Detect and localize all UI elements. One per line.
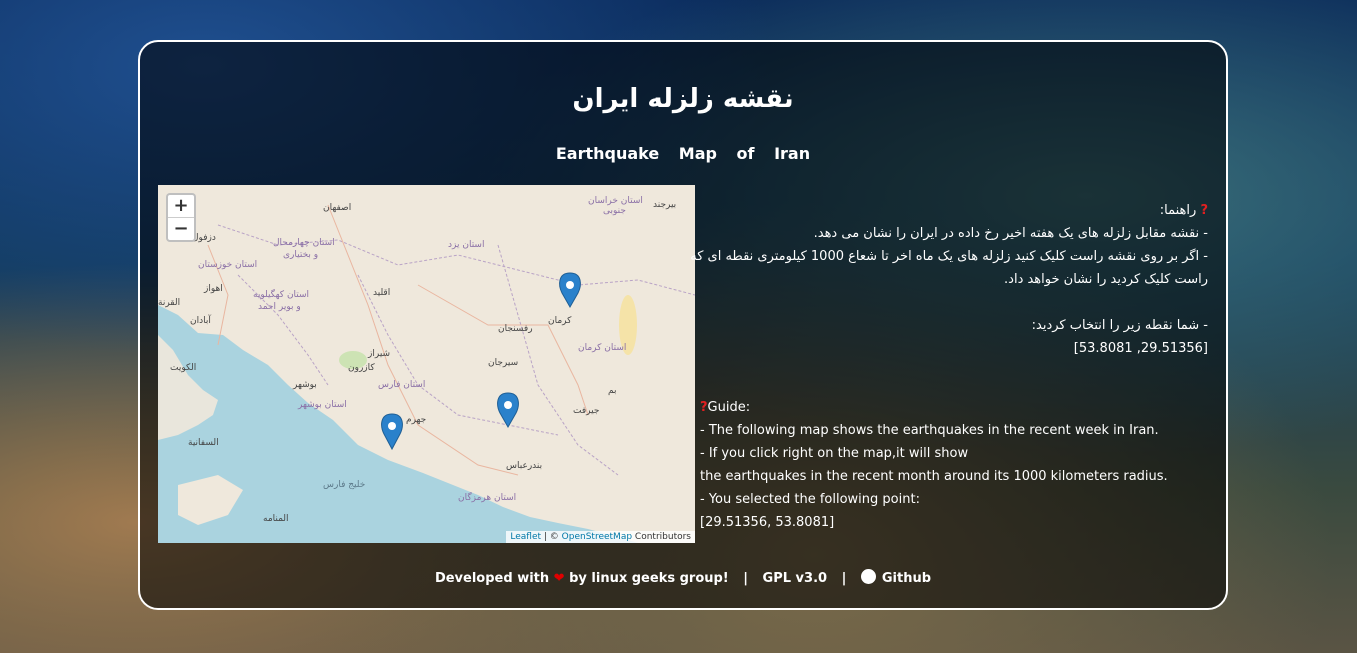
svg-text:و بختیاری: و بختیاری: [283, 250, 318, 260]
footer-developed: Developed with: [434, 571, 550, 586]
svg-text:اصفهان: اصفهان: [323, 203, 351, 213]
footer-by: by linux geeks group!: [569, 571, 729, 586]
leaflet-link[interactable]: Leaflet: [510, 532, 541, 542]
svg-text:استان خراسان: استان خراسان: [588, 196, 643, 206]
osm-link[interactable]: OpenStreetMap: [562, 532, 632, 542]
guide-fa-heading: راهنما:: [1159, 203, 1197, 218]
page-title-fa: نقشه زلزله ایران: [572, 84, 794, 114]
guide-persian: ? راهنما: - نقشه مقابل زلزله های یک هفته…: [688, 199, 1208, 360]
main-panel: نقشه زلزله ایران Earthquake Map of Iran …: [138, 40, 1228, 610]
svg-text:جنوبی: جنوبی: [603, 206, 626, 216]
svg-text:بم: بم: [608, 386, 617, 396]
svg-text:جیرفت: جیرفت: [573, 406, 599, 416]
svg-text:استان یزد: استان یزد: [448, 240, 484, 250]
earthquake-map[interactable]: اصفهان دزفول اهواز استان یزد کرمان رفسنج…: [158, 185, 695, 543]
footer: Developed with ❤ by linux geeks group! |…: [140, 569, 1226, 586]
footer-separator: |: [841, 571, 847, 586]
guide-en-line1: - The following map shows the earthquake…: [700, 423, 1159, 438]
svg-text:استان فارس: استان فارس: [378, 380, 425, 390]
zoom-control: + −: [166, 193, 196, 242]
heart-icon: ❤: [553, 571, 565, 586]
svg-text:المنامه: المنامه: [263, 514, 289, 524]
guide-en-line2: - If you click right on the map,it will …: [700, 446, 969, 461]
guide-en-line3: the earthquakes in the recent month arou…: [700, 469, 1168, 484]
guide-fa-point: [53.8081 ,29.51356]: [1073, 341, 1208, 356]
footer-separator: |: [743, 571, 749, 586]
svg-text:بندرعباس: بندرعباس: [506, 461, 542, 471]
zoom-out-button[interactable]: −: [168, 217, 194, 240]
svg-text:اقلید: اقلید: [373, 288, 390, 298]
question-icon: ?: [700, 400, 708, 415]
guide-fa-line3: - شما نقطه زیر را انتخاب کردید:: [1031, 318, 1208, 333]
svg-text:السفانیة: السفانیة: [188, 438, 219, 448]
github-icon: [860, 569, 876, 584]
attribution-sep: | ©: [541, 532, 562, 542]
svg-text:شیراز: شیراز: [367, 349, 390, 359]
attribution-contrib: Contributors: [632, 532, 691, 542]
svg-text:استان هرمزگان: استان هرمزگان: [458, 491, 516, 503]
svg-text:اهواز: اهواز: [203, 284, 223, 294]
svg-text:استان بوشهر: استان بوشهر: [297, 400, 347, 410]
svg-text:رفسنجان: رفسنجان: [498, 324, 533, 334]
svg-text:استان خوزستان: استان خوزستان: [198, 260, 257, 270]
svg-text:و بویر احمد: و بویر احمد: [258, 302, 301, 312]
guide-english: ?Guide: - The following map shows the ea…: [700, 396, 1200, 534]
question-icon: ?: [1200, 203, 1208, 218]
guide-en-heading: Guide:: [707, 400, 751, 415]
guide-en-line4: - You selected the following point:: [700, 492, 920, 507]
svg-text:استان کهگیلویه: استان کهگیلویه: [253, 288, 309, 300]
license-link[interactable]: GPL v3.0: [763, 571, 828, 586]
svg-text:خلیج فارس: خلیج فارس: [323, 480, 365, 490]
page-title-en: Earthquake Map of Iran: [555, 144, 811, 163]
guide-fa-line2: - اگر بر روی نقشه راست کلیک کنید زلزله ه…: [690, 249, 1208, 287]
svg-text:آبادان: آبادان: [190, 314, 211, 326]
svg-text:بوشهر: بوشهر: [292, 380, 317, 390]
svg-text:الکويت: الکويت: [170, 363, 196, 373]
svg-text:القرنة: القرنة: [158, 298, 180, 308]
svg-text:بیرجند: بیرجند: [653, 200, 676, 210]
svg-text:کرمان: کرمان: [548, 316, 572, 326]
guide-fa-line1: - نقشه مقابل زلزله های یک هفته اخیر رخ د…: [813, 226, 1208, 241]
svg-text:سیرجان: سیرجان: [488, 358, 518, 368]
guide-en-point: [29.51356, 53.8081]: [700, 515, 835, 530]
svg-text:کازرون: کازرون: [348, 363, 375, 373]
zoom-in-button[interactable]: +: [168, 195, 194, 217]
github-link[interactable]: Github: [860, 569, 932, 586]
svg-text:استان چهارمحال: استان چهارمحال: [273, 238, 335, 248]
svg-text:جهرم: جهرم: [406, 415, 426, 425]
github-label: Github: [881, 571, 932, 586]
map-attribution: Leaflet | © OpenStreetMap Contributors: [506, 531, 695, 543]
svg-text:استان کرمان: استان کرمان: [578, 343, 626, 353]
map-tiles[interactable]: اصفهان دزفول اهواز استان یزد کرمان رفسنج…: [158, 185, 695, 543]
